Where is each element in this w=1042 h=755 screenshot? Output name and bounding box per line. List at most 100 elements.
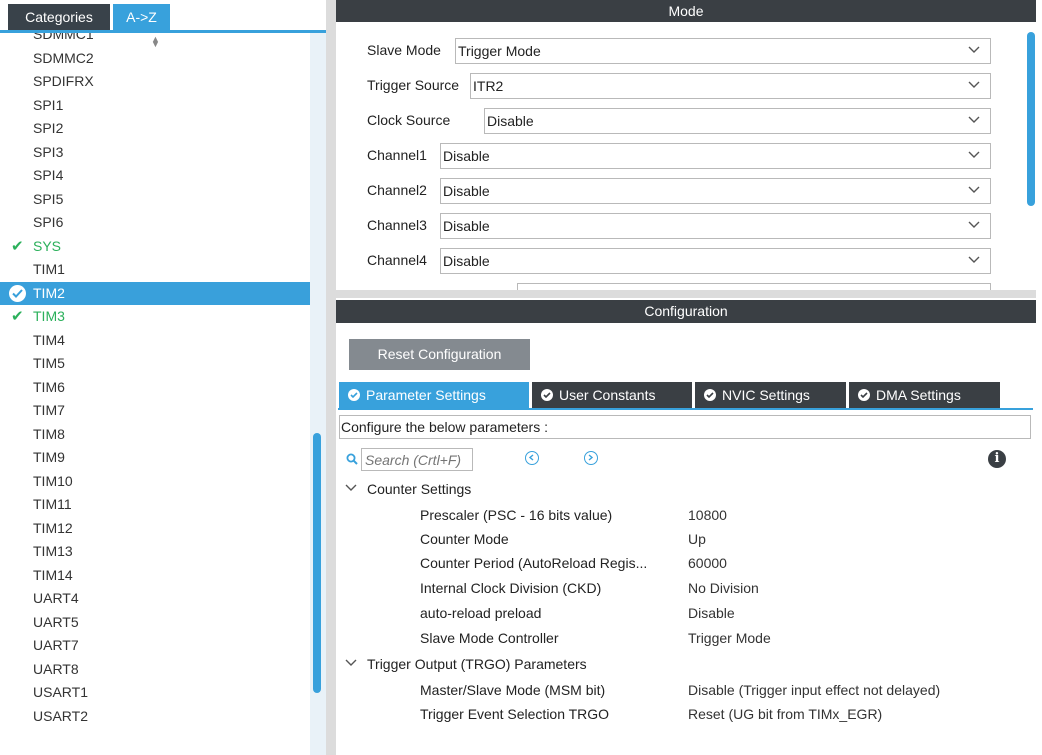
channel4-select[interactable]: Disable bbox=[440, 248, 991, 274]
chevron-right-circle-icon[interactable] bbox=[584, 451, 598, 465]
param-value[interactable]: Trigger Mode bbox=[688, 630, 771, 646]
list-item-label: SPI6 bbox=[33, 214, 64, 230]
tab-user-constants[interactable]: User Constants bbox=[532, 382, 692, 408]
list-tabs: Categories A->Z bbox=[0, 0, 326, 33]
list-item-label: UART5 bbox=[33, 613, 79, 630]
list-item[interactable]: TIM6 bbox=[0, 376, 310, 399]
search-icon[interactable] bbox=[346, 453, 358, 465]
list-item-label: TIM4 bbox=[33, 331, 65, 348]
check-icon: ✔ bbox=[11, 237, 24, 255]
list-item-label: TIM2 bbox=[33, 284, 65, 301]
chevron-down-icon bbox=[968, 186, 980, 193]
mode-panel: Slave Mode Trigger Mode Trigger Source I… bbox=[336, 22, 1026, 290]
trigger-source-select[interactable]: ITR2 bbox=[470, 73, 991, 99]
check-icon: ✔ bbox=[11, 308, 24, 325]
list-item-label: TIM14 bbox=[33, 566, 73, 583]
list-item[interactable]: UART7 bbox=[0, 634, 310, 657]
list-item[interactable]: ✔ SYS bbox=[0, 235, 310, 258]
group-title: Trigger Output (TRGO) Parameters bbox=[367, 656, 587, 672]
param-value[interactable]: 60000 bbox=[688, 555, 727, 571]
list-item-label: TIM6 bbox=[33, 378, 65, 395]
tab-dma-settings[interactable]: DMA Settings bbox=[849, 382, 1000, 408]
tab-categories[interactable]: Categories bbox=[8, 4, 110, 30]
list-item[interactable]: SPI5 bbox=[0, 188, 310, 211]
list-item[interactable]: TIM13 bbox=[0, 540, 310, 563]
clock-source-select[interactable]: Disable bbox=[484, 108, 991, 134]
list-item[interactable]: USART1 bbox=[0, 681, 310, 704]
list-item[interactable]: SPI6 bbox=[0, 211, 310, 234]
list-item[interactable]: UART8 bbox=[0, 658, 310, 681]
info-icon[interactable]: i bbox=[988, 450, 1006, 468]
list-item[interactable]: UART5 bbox=[0, 611, 310, 634]
list-item[interactable]: TIM11 bbox=[0, 493, 310, 516]
list-item[interactable]: TIM12 bbox=[0, 517, 310, 540]
param-value[interactable]: 10800 bbox=[688, 507, 727, 523]
list-item-label: TIM3 bbox=[33, 308, 65, 324]
channel3-select[interactable]: Disable bbox=[440, 213, 991, 239]
sort-icon[interactable]: ▲ ▼ bbox=[151, 35, 160, 49]
tab-label: User Constants bbox=[559, 387, 656, 403]
list-item-label: SPDIFRX bbox=[33, 73, 94, 89]
list-item-label: SYS bbox=[33, 237, 62, 254]
param-name: Slave Mode Controller bbox=[420, 630, 559, 646]
panel-divider[interactable] bbox=[326, 0, 336, 755]
peripheral-list: SDMMC1 SDMMC2 SPDIFRX SPI1 SPI2 SPI3 SPI4 SPI5 S… bbox=[0, 33, 310, 755]
param-name: Counter Mode bbox=[420, 531, 509, 547]
list-item[interactable]: SDMMC2 bbox=[0, 47, 310, 70]
chevron-down-icon bbox=[345, 659, 357, 666]
param-name: Trigger Event Selection TRGO bbox=[420, 706, 610, 722]
select-value: Disable bbox=[443, 183, 490, 199]
channel1-select[interactable]: Disable bbox=[440, 143, 991, 169]
param-value[interactable]: Reset (UG bit from TIMx_EGR) bbox=[688, 706, 882, 722]
list-item[interactable]: TIM14 bbox=[0, 564, 310, 587]
search-input[interactable] bbox=[361, 448, 473, 471]
list-item[interactable]: TIM5 bbox=[0, 352, 310, 375]
list-item[interactable]: TIM9 bbox=[0, 446, 310, 469]
mode-header: Mode bbox=[336, 0, 1036, 22]
list-item[interactable]: TIM2 bbox=[0, 281, 310, 305]
list-item[interactable]: UART4 bbox=[0, 587, 310, 610]
slave-mode-select[interactable]: Trigger Mode bbox=[455, 38, 991, 64]
list-item-label: UART4 bbox=[33, 590, 79, 606]
chevron-down-icon bbox=[968, 221, 980, 228]
select-value: Trigger Mode bbox=[458, 43, 541, 59]
list-item[interactable]: SPI1 bbox=[0, 94, 310, 117]
list-item[interactable]: TIM7 bbox=[0, 399, 310, 422]
list-item[interactable]: TIM10 bbox=[0, 470, 310, 493]
chevron-left-circle-icon[interactable] bbox=[525, 451, 539, 465]
list-item-label: SPI1 bbox=[33, 96, 64, 113]
select-value: Disable bbox=[443, 148, 490, 164]
tab-a-z[interactable]: A->Z bbox=[113, 4, 170, 30]
tab-parameter-settings[interactable]: Parameter Settings bbox=[339, 382, 529, 408]
param-value[interactable]: Disable bbox=[688, 605, 735, 621]
mode-label: Clock Source bbox=[367, 112, 451, 128]
mode-scrollbar-thumb[interactable] bbox=[1027, 32, 1035, 206]
channel2-select[interactable]: Disable bbox=[440, 178, 991, 204]
list-item[interactable]: TIM4 bbox=[0, 329, 310, 352]
list-item-label: UART7 bbox=[33, 637, 79, 653]
tab-nvic-settings[interactable]: NVIC Settings bbox=[695, 382, 846, 408]
reset-configuration-button[interactable]: Reset Configuration bbox=[349, 339, 530, 370]
chevron-down-icon bbox=[968, 46, 980, 53]
list-item[interactable]: SPI2 bbox=[0, 117, 310, 140]
partial-select[interactable] bbox=[517, 283, 991, 290]
list-item[interactable]: USART2 bbox=[0, 705, 310, 728]
tab-label: Parameter Settings bbox=[366, 387, 486, 403]
check-circle-icon bbox=[704, 389, 716, 401]
list-item[interactable]: SPDIFRX bbox=[0, 70, 310, 93]
param-name: Internal Clock Division (CKD) bbox=[420, 580, 602, 596]
list-item-label: TIM7 bbox=[33, 402, 65, 418]
param-value[interactable]: No Division bbox=[688, 580, 759, 596]
param-value[interactable]: Up bbox=[688, 531, 706, 547]
param-value[interactable]: Disable (Trigger input effect not delaye… bbox=[688, 682, 940, 698]
list-item[interactable]: TIM1 bbox=[0, 258, 310, 281]
panel-splitter[interactable] bbox=[336, 290, 1036, 298]
select-value: Disable bbox=[443, 218, 490, 234]
parameters-description: Configure the below parameters : bbox=[339, 415, 1031, 439]
list-item[interactable]: TIM8 bbox=[0, 423, 310, 446]
list-item[interactable]: SPI3 bbox=[0, 141, 310, 164]
list-scrollbar-thumb[interactable] bbox=[313, 433, 321, 693]
chevron-down-icon bbox=[968, 116, 980, 123]
list-item[interactable]: SPI4 bbox=[0, 164, 310, 187]
list-item[interactable]: ✔ TIM3 bbox=[0, 305, 310, 328]
